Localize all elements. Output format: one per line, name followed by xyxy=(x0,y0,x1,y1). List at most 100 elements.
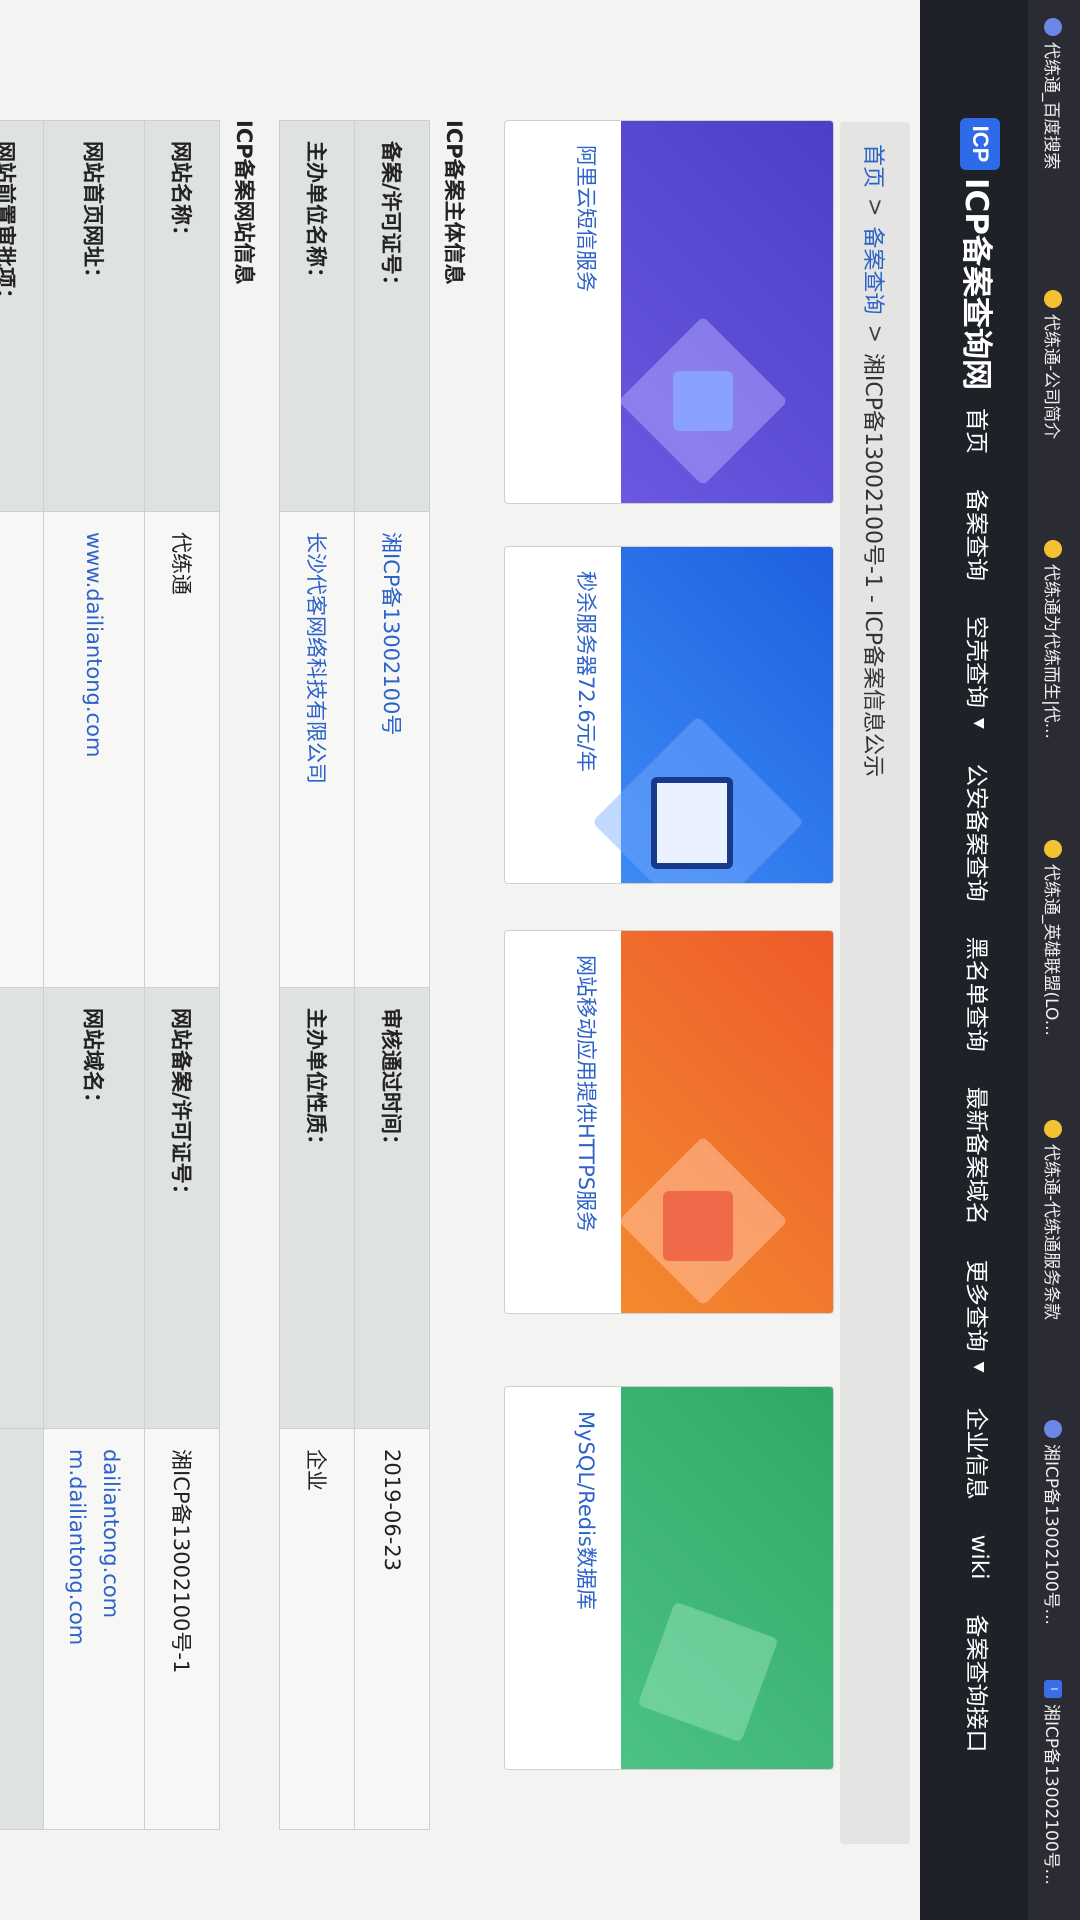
breadcrumb: 首页 > 备案查询 > 湘ICP备13002100号-1 - ICP备案信息公示 xyxy=(840,122,910,1844)
ad-banner-image xyxy=(591,547,833,884)
table-value: 代练通 xyxy=(144,511,220,988)
ad-label[interactable]: 秒杀服务器72.6元/年 xyxy=(571,571,601,865)
table-value: 湘ICP备13002100号 xyxy=(354,511,430,988)
nav-label: 公安备案查询 xyxy=(963,763,989,902)
table-label: 网站名称： xyxy=(144,120,220,512)
homepage-url-link[interactable]: www.dailiantong.com xyxy=(82,532,106,757)
table-label: 网站备案/许可证号： xyxy=(144,987,220,1429)
bookmark-item[interactable]: 代练通-代练通服务条款 xyxy=(1041,1120,1066,1320)
table-value xyxy=(0,511,44,988)
caret-down-icon: ▼ xyxy=(971,718,987,729)
cube-graphic xyxy=(673,371,733,431)
main-nav: 首页 备案查询 空壳查询 ▼ 公安备案查询 黑名单查询 最新备案域名 更多查询 ▼ … xyxy=(962,408,996,1787)
table-value: 长沙代客网络科技有限公司 xyxy=(279,511,355,988)
ad-label[interactable]: 阿里云短信服务 xyxy=(571,145,601,485)
breadcrumb-current: 湘ICP备13002100号-1 - ICP备案信息公示 xyxy=(860,352,885,777)
bookmark-label: 代练通_英雄联盟(LO... xyxy=(1041,864,1061,1036)
bookmark-item[interactable]: 湘ICP备13002100号... xyxy=(1041,1420,1066,1625)
bookmark-label: 代练通-公司简介 xyxy=(1041,314,1061,440)
nav-item-latest-domains[interactable]: 最新备案域名 xyxy=(962,1087,996,1225)
paw-icon xyxy=(1044,840,1063,858)
paw-icon xyxy=(1044,1420,1063,1438)
table-value: www.dailiantong.com xyxy=(43,511,145,988)
breadcrumb-separator: > xyxy=(862,324,888,343)
bookmark-item[interactable]: 代练通_百度搜索 xyxy=(1041,18,1066,170)
entity-info-table: 备案/许可证号： 湘ICP备13002100号 审核通过时间： 2019-06-… xyxy=(279,120,430,1830)
paw-icon xyxy=(1044,540,1063,558)
ad-card-database[interactable]: MySQL/Redis数据库 xyxy=(504,1386,834,1770)
bookmark-label: 代练通为代练而生|代... xyxy=(1041,564,1061,739)
bookmark-item[interactable]: 代练通-公司简介 xyxy=(1041,290,1066,439)
table-label: 网站首页网址： xyxy=(43,120,145,512)
caret-down-icon: ▼ xyxy=(971,1361,987,1373)
table-row: 主办单位名称： 长沙代客网络科技有限公司 主办单位性质： 企业 xyxy=(279,120,355,1830)
breadcrumb-separator: > xyxy=(862,198,888,217)
table-row: 网站前置审批项： xyxy=(0,120,44,1830)
bookmark-item[interactable]: 代练通为代练而生|代... xyxy=(1041,540,1066,739)
table-label xyxy=(0,987,44,1429)
paw-icon xyxy=(1044,1120,1063,1138)
ad-banner-image xyxy=(621,1387,833,1769)
ad-card-sms[interactable]: 阿里云短信服务 xyxy=(504,120,834,504)
bookmark-item[interactable]: I 湘ICP备13002100号... xyxy=(1041,1680,1066,1885)
nav-item-police-query[interactable]: 公安备案查询 xyxy=(962,764,996,902)
nav-item-home[interactable]: 首页 xyxy=(962,408,996,454)
table-label: 主办单位性质： xyxy=(279,987,355,1429)
nav-label: 黑名单查询 xyxy=(963,936,989,1052)
nav-item-wiki[interactable]: wiki xyxy=(962,1535,996,1580)
table-label: 备案/许可证号： xyxy=(354,120,430,512)
nav-item-shell-query[interactable]: 空壳查询 ▼ xyxy=(962,616,996,729)
ad-banner-image xyxy=(618,931,833,1313)
table-label: 主办单位名称： xyxy=(279,120,355,512)
nav-label: 备案查询 xyxy=(963,489,989,581)
bookmark-label: 湘ICP备13002100号... xyxy=(1041,1704,1061,1885)
browser-viewport: 代练通_百度搜索 代练通-公司简介 代练通为代练而生|代... 代练通_英雄联盟… xyxy=(0,0,1080,1920)
ad-card-https[interactable]: 网站移动应用提供HTTPS服务 xyxy=(504,930,834,1314)
nav-label: 备案查询接口 xyxy=(963,1614,989,1753)
company-name-link[interactable]: 长沙代客网络科技有限公司 xyxy=(304,532,328,784)
table-value xyxy=(0,1428,44,1830)
table-row: 网站名称： 代练通 网站备案/许可证号： 湘ICP备13002100号-1 xyxy=(144,120,220,1830)
breadcrumb-home[interactable]: 首页 xyxy=(859,144,891,188)
site-title[interactable]: ICP备案查询网 xyxy=(957,178,1002,390)
domain-link[interactable]: dailiantong.com xyxy=(94,1449,128,1809)
table-value: dailiantong.com m.dailiantong.com xyxy=(43,1428,145,1830)
ad-label[interactable]: 网站移动应用提供HTTPS服务 xyxy=(571,955,601,1295)
paw-icon xyxy=(1044,290,1063,308)
license-number-link[interactable]: 湘ICP备13002100号 xyxy=(379,532,403,735)
nav-item-company-info[interactable]: 企业信息 xyxy=(962,1408,996,1500)
nav-item-more-queries[interactable]: 更多查询 ▼ xyxy=(962,1260,996,1373)
site-logo[interactable]: ICP xyxy=(960,118,1000,170)
table-label: 审核通过时间： xyxy=(354,987,430,1429)
nav-label: wiki xyxy=(966,1534,992,1580)
table-row: 备案/许可证号： 湘ICP备13002100号 审核通过时间： 2019-06-… xyxy=(354,120,430,1830)
table-value: 2019-06-23 xyxy=(354,1428,430,1830)
nav-label: 首页 xyxy=(963,408,989,454)
bookmark-label: 湘ICP备13002100号... xyxy=(1041,1444,1061,1625)
ad-label[interactable]: MySQL/Redis数据库 xyxy=(571,1411,601,1751)
nav-item-icp-query[interactable]: 备案查询 xyxy=(962,489,996,581)
nav-label: 企业信息 xyxy=(963,1407,989,1500)
site-header: ICP ICP备案查询网 首页 备案查询 空壳查询 ▼ 公安备案查询 黑名单查询 … xyxy=(920,0,1028,1920)
server-graphic xyxy=(651,777,733,869)
nav-item-blacklist[interactable]: 黑名单查询 xyxy=(962,937,996,1052)
table-row: 网站首页网址： www.dailiantong.com 网站域名： dailia… xyxy=(43,120,145,1830)
bookmark-label: 代练通-代练通服务条款 xyxy=(1041,1144,1061,1321)
domain-link[interactable]: m.dailiantong.com xyxy=(60,1449,94,1809)
paw-icon xyxy=(1044,18,1063,36)
nav-label: 空壳查询 xyxy=(963,616,989,708)
nav-item-api[interactable]: 备案查询接口 xyxy=(962,1614,996,1752)
breadcrumb-query[interactable]: 备案查询 xyxy=(859,226,891,314)
table-label: 网站域名： xyxy=(43,987,145,1429)
table-label: 网站前置审批项： xyxy=(0,120,44,512)
ad-card-server[interactable]: 秒杀服务器72.6元/年 xyxy=(504,546,834,884)
section-title-website: ICP备案网站信息 xyxy=(232,120,256,285)
ad-banner-image xyxy=(618,121,833,503)
icp-tab-icon: I xyxy=(1044,1680,1063,1698)
nav-label: 最新备案域名 xyxy=(963,1086,989,1225)
table-value: 湘ICP备13002100号-1 xyxy=(144,1428,220,1830)
bookmark-item[interactable]: 代练通_英雄联盟(LO... xyxy=(1041,840,1066,1036)
bookmarks-bar: 代练通_百度搜索 代练通-公司简介 代练通为代练而生|代... 代练通_英雄联盟… xyxy=(1028,0,1080,1920)
lock-graphic xyxy=(663,1191,733,1261)
website-info-table: 网站名称： 代练通 网站备案/许可证号： 湘ICP备13002100号-1 网站… xyxy=(0,120,220,1830)
